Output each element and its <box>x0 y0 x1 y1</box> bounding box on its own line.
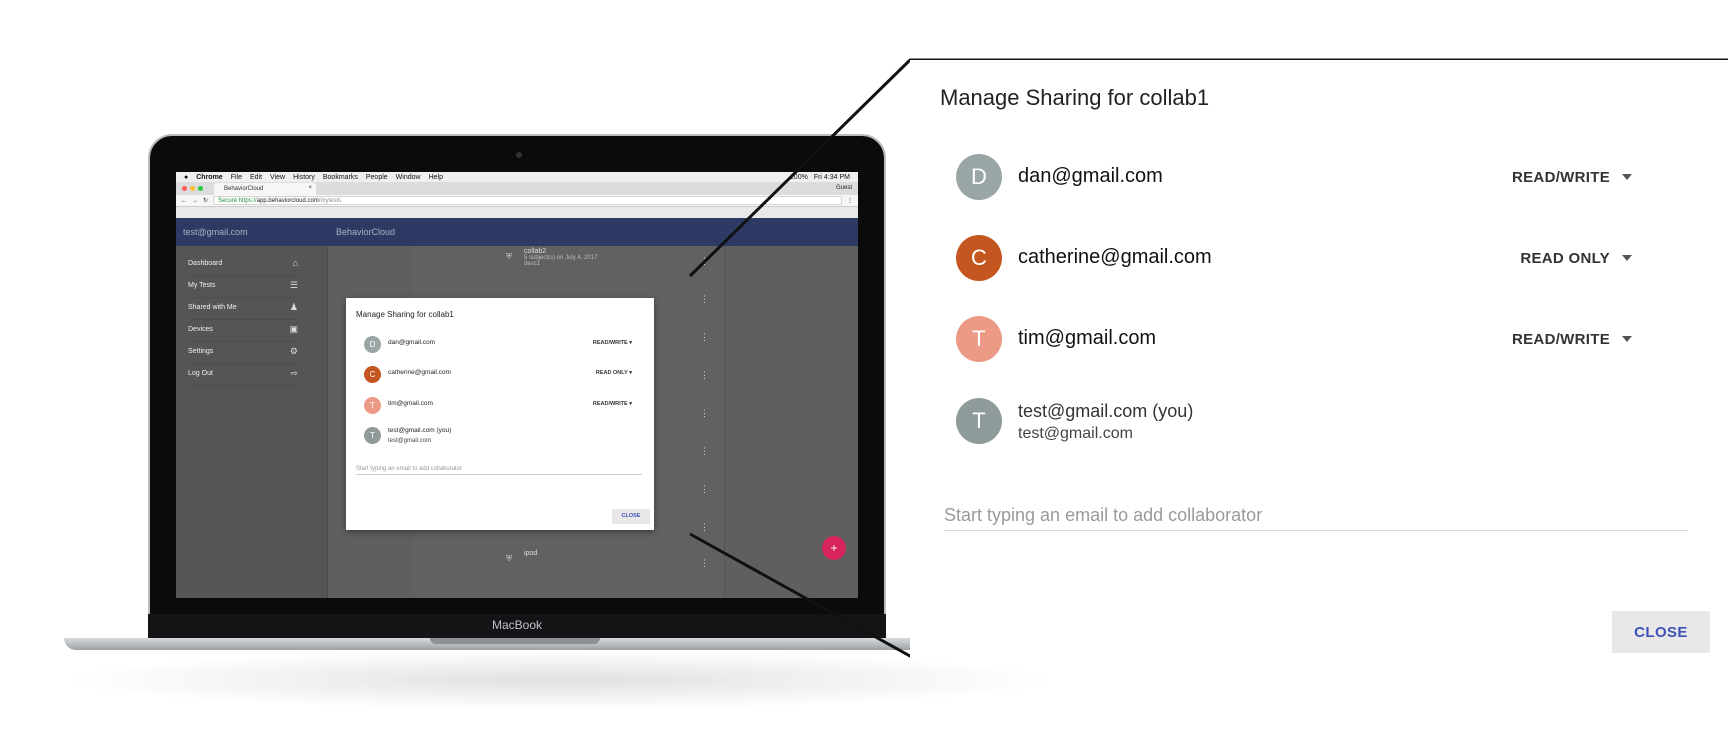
chevron-down-icon[interactable] <box>1622 255 1632 261</box>
dialog-title: Manage Sharing for collab1 <box>940 85 1210 110</box>
self-label: test@gmail.com (you) <box>1018 401 1194 421</box>
close-button[interactable]: CLOSE <box>1612 611 1710 653</box>
chevron-down-icon[interactable] <box>1622 174 1632 180</box>
add-collaborator-input[interactable] <box>944 501 1688 531</box>
self-row: T test@gmail.com (you) test@gmail.com <box>956 398 1646 446</box>
sharing-dialog: Manage Sharing for collab1 D dan@gmail.c… <box>910 60 1728 660</box>
avatar: T <box>956 398 1002 444</box>
collaborator-email: tim@gmail.com <box>1018 327 1157 349</box>
collaborator-email: catherine@gmail.com <box>1018 246 1212 268</box>
avatar: C <box>956 235 1002 281</box>
avatar: T <box>956 316 1002 362</box>
collaborator-email: dan@gmail.com <box>1018 165 1163 187</box>
self-email: test@gmail.com <box>1018 425 1133 442</box>
permission-dropdown[interactable]: READ/WRITE <box>1512 169 1610 186</box>
chevron-down-icon[interactable] <box>1622 336 1632 342</box>
permission-dropdown[interactable]: READ ONLY <box>1520 250 1610 267</box>
avatar: D <box>956 154 1002 200</box>
permission-dropdown[interactable]: READ/WRITE <box>1512 331 1610 348</box>
collaborator-row: C catherine@gmail.com READ ONLY <box>956 235 1646 283</box>
collaborator-row: D dan@gmail.com READ/WRITE <box>956 154 1646 202</box>
stage: MacBook ● Chrome File Edit View History … <box>0 0 1728 742</box>
collaborator-row: T tim@gmail.com READ/WRITE <box>956 316 1646 364</box>
